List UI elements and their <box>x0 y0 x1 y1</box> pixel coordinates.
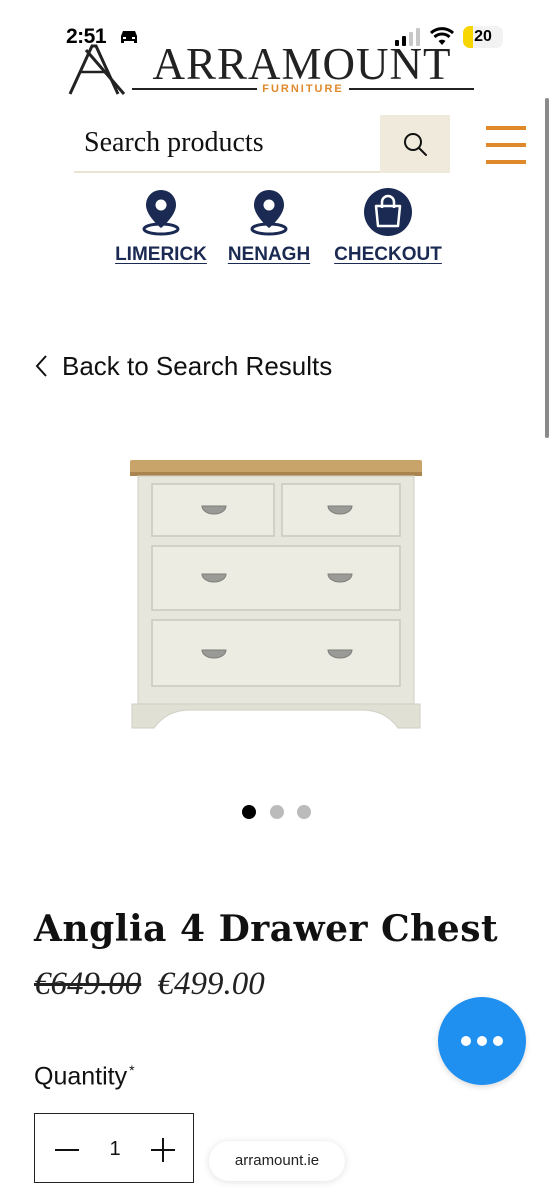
location-pin-icon <box>142 190 180 236</box>
product-image[interactable] <box>126 456 426 736</box>
carousel-dot[interactable] <box>297 805 311 819</box>
product-title: Anglia 4 Drawer Chest <box>34 908 499 950</box>
original-price: €649.00 <box>34 966 142 1002</box>
location-pin-icon <box>250 190 288 236</box>
image-carousel-dots <box>240 803 320 819</box>
quantity-label: Quantity * <box>34 1062 135 1091</box>
more-dots-icon <box>461 1036 503 1046</box>
back-to-search-label: Back to Search Results <box>62 350 333 381</box>
limerick-label: LIMERICK <box>115 244 207 265</box>
logo-wordmark: ARRAMOUNT <box>152 39 452 89</box>
quantity-value[interactable]: 1 <box>95 1114 135 1184</box>
search-bar <box>74 115 450 175</box>
search-icon <box>404 133 427 156</box>
brand-logo[interactable]: ARRAMOUNT FURNITURE <box>66 38 476 96</box>
chevron-left-icon <box>35 355 47 377</box>
back-to-search-link[interactable]: Back to Search Results <box>34 350 332 382</box>
carousel-dot[interactable] <box>270 805 284 819</box>
browser-url-bar[interactable]: arramount.ie <box>209 1141 345 1181</box>
logo-subtext: FURNITURE <box>257 83 349 95</box>
sale-price: €499.00 <box>157 966 265 1002</box>
checkout-link[interactable]: CHECKOUT <box>334 188 442 266</box>
shopping-bag-icon <box>364 188 412 236</box>
nenagh-link[interactable]: NENAGH <box>224 188 314 266</box>
plus-icon[interactable] <box>149 1136 177 1164</box>
checkout-label: CHECKOUT <box>334 244 442 265</box>
store-links: LIMERICK NENAGH CHECKOUT <box>100 188 460 268</box>
quantity-stepper: 1 <box>34 1113 194 1183</box>
price-row: €649.00 €499.00 <box>34 966 265 1003</box>
logo-subtext-row: FURNITURE <box>132 82 474 96</box>
chat-button[interactable] <box>438 997 526 1085</box>
logo-monogram-icon <box>68 44 126 95</box>
search-input[interactable] <box>74 115 380 173</box>
limerick-link[interactable]: LIMERICK <box>114 188 208 266</box>
nenagh-label: NENAGH <box>227 244 311 265</box>
carousel-dot[interactable] <box>242 805 256 819</box>
hamburger-menu-icon[interactable] <box>486 124 526 166</box>
search-button[interactable] <box>380 115 450 173</box>
required-marker: * <box>129 1062 135 1078</box>
minus-icon[interactable] <box>53 1136 81 1164</box>
quantity-label-text: Quantity <box>34 1062 128 1091</box>
scrollbar[interactable] <box>545 98 549 438</box>
